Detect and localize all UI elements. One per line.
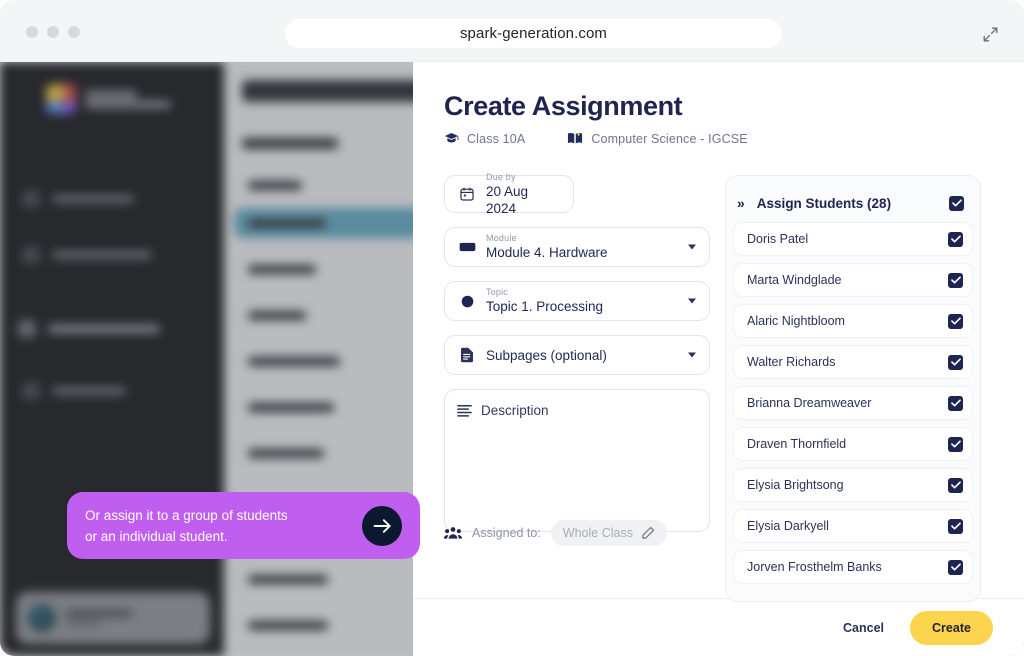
student-checkbox[interactable]	[948, 313, 963, 329]
student-row[interactable]: Elysia Brightsong	[733, 468, 973, 502]
expand-diagonal-icon[interactable]	[976, 20, 1004, 48]
callout-line-1: Or assign it to a group of students	[85, 507, 288, 523]
calendar-icon	[457, 187, 477, 201]
meta-class-label: Class 10A	[467, 131, 526, 146]
browser-window: spark-generation.com Create Assignment C…	[0, 0, 1024, 656]
people-group-icon	[444, 526, 462, 540]
subpages-placeholder: Subpages (optional)	[486, 347, 607, 363]
modal-meta-row: Class 10A Computer Science - IGCSE	[444, 131, 748, 146]
student-name: Doris Patel	[747, 232, 809, 246]
callout-text: Or assign it to a group of students or a…	[85, 505, 362, 547]
student-name: Elysia Brightsong	[747, 478, 844, 492]
student-checkbox[interactable]	[948, 477, 963, 493]
callout-next-button[interactable]	[362, 505, 402, 546]
modal-body: Create Assignment Class 10A Computer Sci…	[413, 62, 1024, 602]
graduation-cap-icon	[444, 131, 459, 146]
chevron-down-icon[interactable]	[688, 298, 696, 304]
pencil-icon[interactable]	[641, 526, 655, 540]
assignment-fields: Due by 20 Aug 2024 Module Module 4. Hard…	[444, 171, 710, 532]
topic-dot-icon	[457, 294, 477, 309]
student-row[interactable]: Marta Windglade	[733, 263, 973, 297]
address-bar-url: spark-generation.com	[459, 25, 608, 42]
due-date-value: 20 Aug 2024	[486, 183, 529, 216]
student-name: Marta Windglade	[747, 273, 842, 287]
chevron-down-icon[interactable]	[688, 352, 696, 358]
module-icon	[457, 241, 477, 253]
open-book-icon	[567, 131, 583, 146]
student-checkbox[interactable]	[948, 518, 963, 534]
student-name: Jorven Frosthelm Banks	[747, 560, 882, 574]
assign-students-panel: » Assign Students (28) Doris Patel Marta …	[725, 175, 981, 602]
meta-subject-label: Computer Science - IGCSE	[591, 131, 748, 146]
student-checkbox[interactable]	[948, 231, 963, 247]
select-all-checkbox[interactable]	[949, 195, 964, 211]
meta-subject: Computer Science - IGCSE	[567, 131, 748, 146]
assign-students-title: Assign Students (28)	[756, 195, 892, 211]
student-checkbox[interactable]	[948, 559, 963, 575]
assigned-to-label: Assigned to:	[472, 526, 541, 540]
zoom-window-dot[interactable]	[68, 26, 80, 38]
module-select[interactable]: Module Module 4. Hardware	[444, 227, 710, 267]
student-name: Brianna Dreamweaver	[747, 396, 872, 410]
student-name: Elysia Darkyell	[747, 519, 829, 533]
lines-icon	[457, 402, 472, 418]
minimize-window-dot[interactable]	[47, 26, 59, 38]
assign-students-header[interactable]: » Assign Students (28)	[733, 184, 973, 222]
assigned-to-row: Assigned to: Whole Class	[444, 520, 667, 546]
module-label: Module	[486, 233, 517, 243]
assigned-to-value: Whole Class	[562, 526, 633, 540]
student-row[interactable]: Alaric Nightbloom	[733, 304, 973, 338]
page-title: Create Assignment	[444, 91, 683, 121]
description-input[interactable]: Description	[444, 389, 710, 532]
arrow-right-icon	[373, 518, 392, 534]
topic-value: Topic 1. Processing	[486, 299, 604, 314]
meta-class: Class 10A	[444, 131, 525, 146]
subpages-select[interactable]: Subpages (optional)	[444, 335, 710, 375]
student-checkbox[interactable]	[948, 395, 963, 411]
student-row[interactable]: Elysia Darkyell	[733, 509, 973, 543]
student-row[interactable]: Jorven Frosthelm Banks	[733, 550, 973, 584]
chevron-double-right-icon[interactable]: »	[737, 195, 745, 211]
topic-label: Topic	[486, 287, 509, 297]
address-bar[interactable]: spark-generation.com	[285, 19, 782, 48]
student-name: Walter Richards	[747, 355, 836, 369]
modal-footer: Cancel Create	[413, 598, 1024, 656]
student-list: Doris Patel Marta Windglade Alaric Nightbl…	[733, 222, 973, 584]
student-row[interactable]: Doris Patel	[733, 222, 973, 256]
browser-chrome: spark-generation.com	[0, 0, 1024, 62]
window-traffic-lights[interactable]	[26, 26, 80, 38]
student-row[interactable]: Brianna Dreamweaver	[733, 386, 973, 420]
student-checkbox[interactable]	[948, 272, 963, 288]
due-date-field[interactable]: Due by 20 Aug 2024	[444, 171, 574, 216]
module-value: Module 4. Hardware	[486, 245, 608, 260]
topic-select[interactable]: Topic Topic 1. Processing	[444, 281, 710, 321]
student-row[interactable]: Draven Thornfield	[733, 427, 973, 461]
document-icon	[457, 347, 477, 363]
onboarding-callout: Or assign it to a group of students or a…	[67, 492, 420, 559]
cancel-button[interactable]: Cancel	[843, 621, 884, 635]
student-name: Alaric Nightbloom	[747, 314, 845, 328]
callout-line-2: or an individual student.	[85, 528, 228, 544]
due-date-label: Due by	[486, 171, 516, 182]
close-window-dot[interactable]	[26, 26, 38, 38]
student-checkbox[interactable]	[948, 354, 963, 370]
student-checkbox[interactable]	[948, 436, 963, 452]
student-row[interactable]: Walter Richards	[733, 345, 973, 379]
assigned-to-pill[interactable]: Whole Class	[550, 520, 667, 546]
description-placeholder: Description	[481, 403, 549, 418]
chevron-down-icon[interactable]	[688, 244, 696, 250]
create-assignment-modal: Create Assignment Class 10A Computer Sci…	[413, 62, 1024, 656]
create-button[interactable]: Create	[910, 610, 993, 645]
student-name: Draven Thornfield	[747, 437, 847, 451]
